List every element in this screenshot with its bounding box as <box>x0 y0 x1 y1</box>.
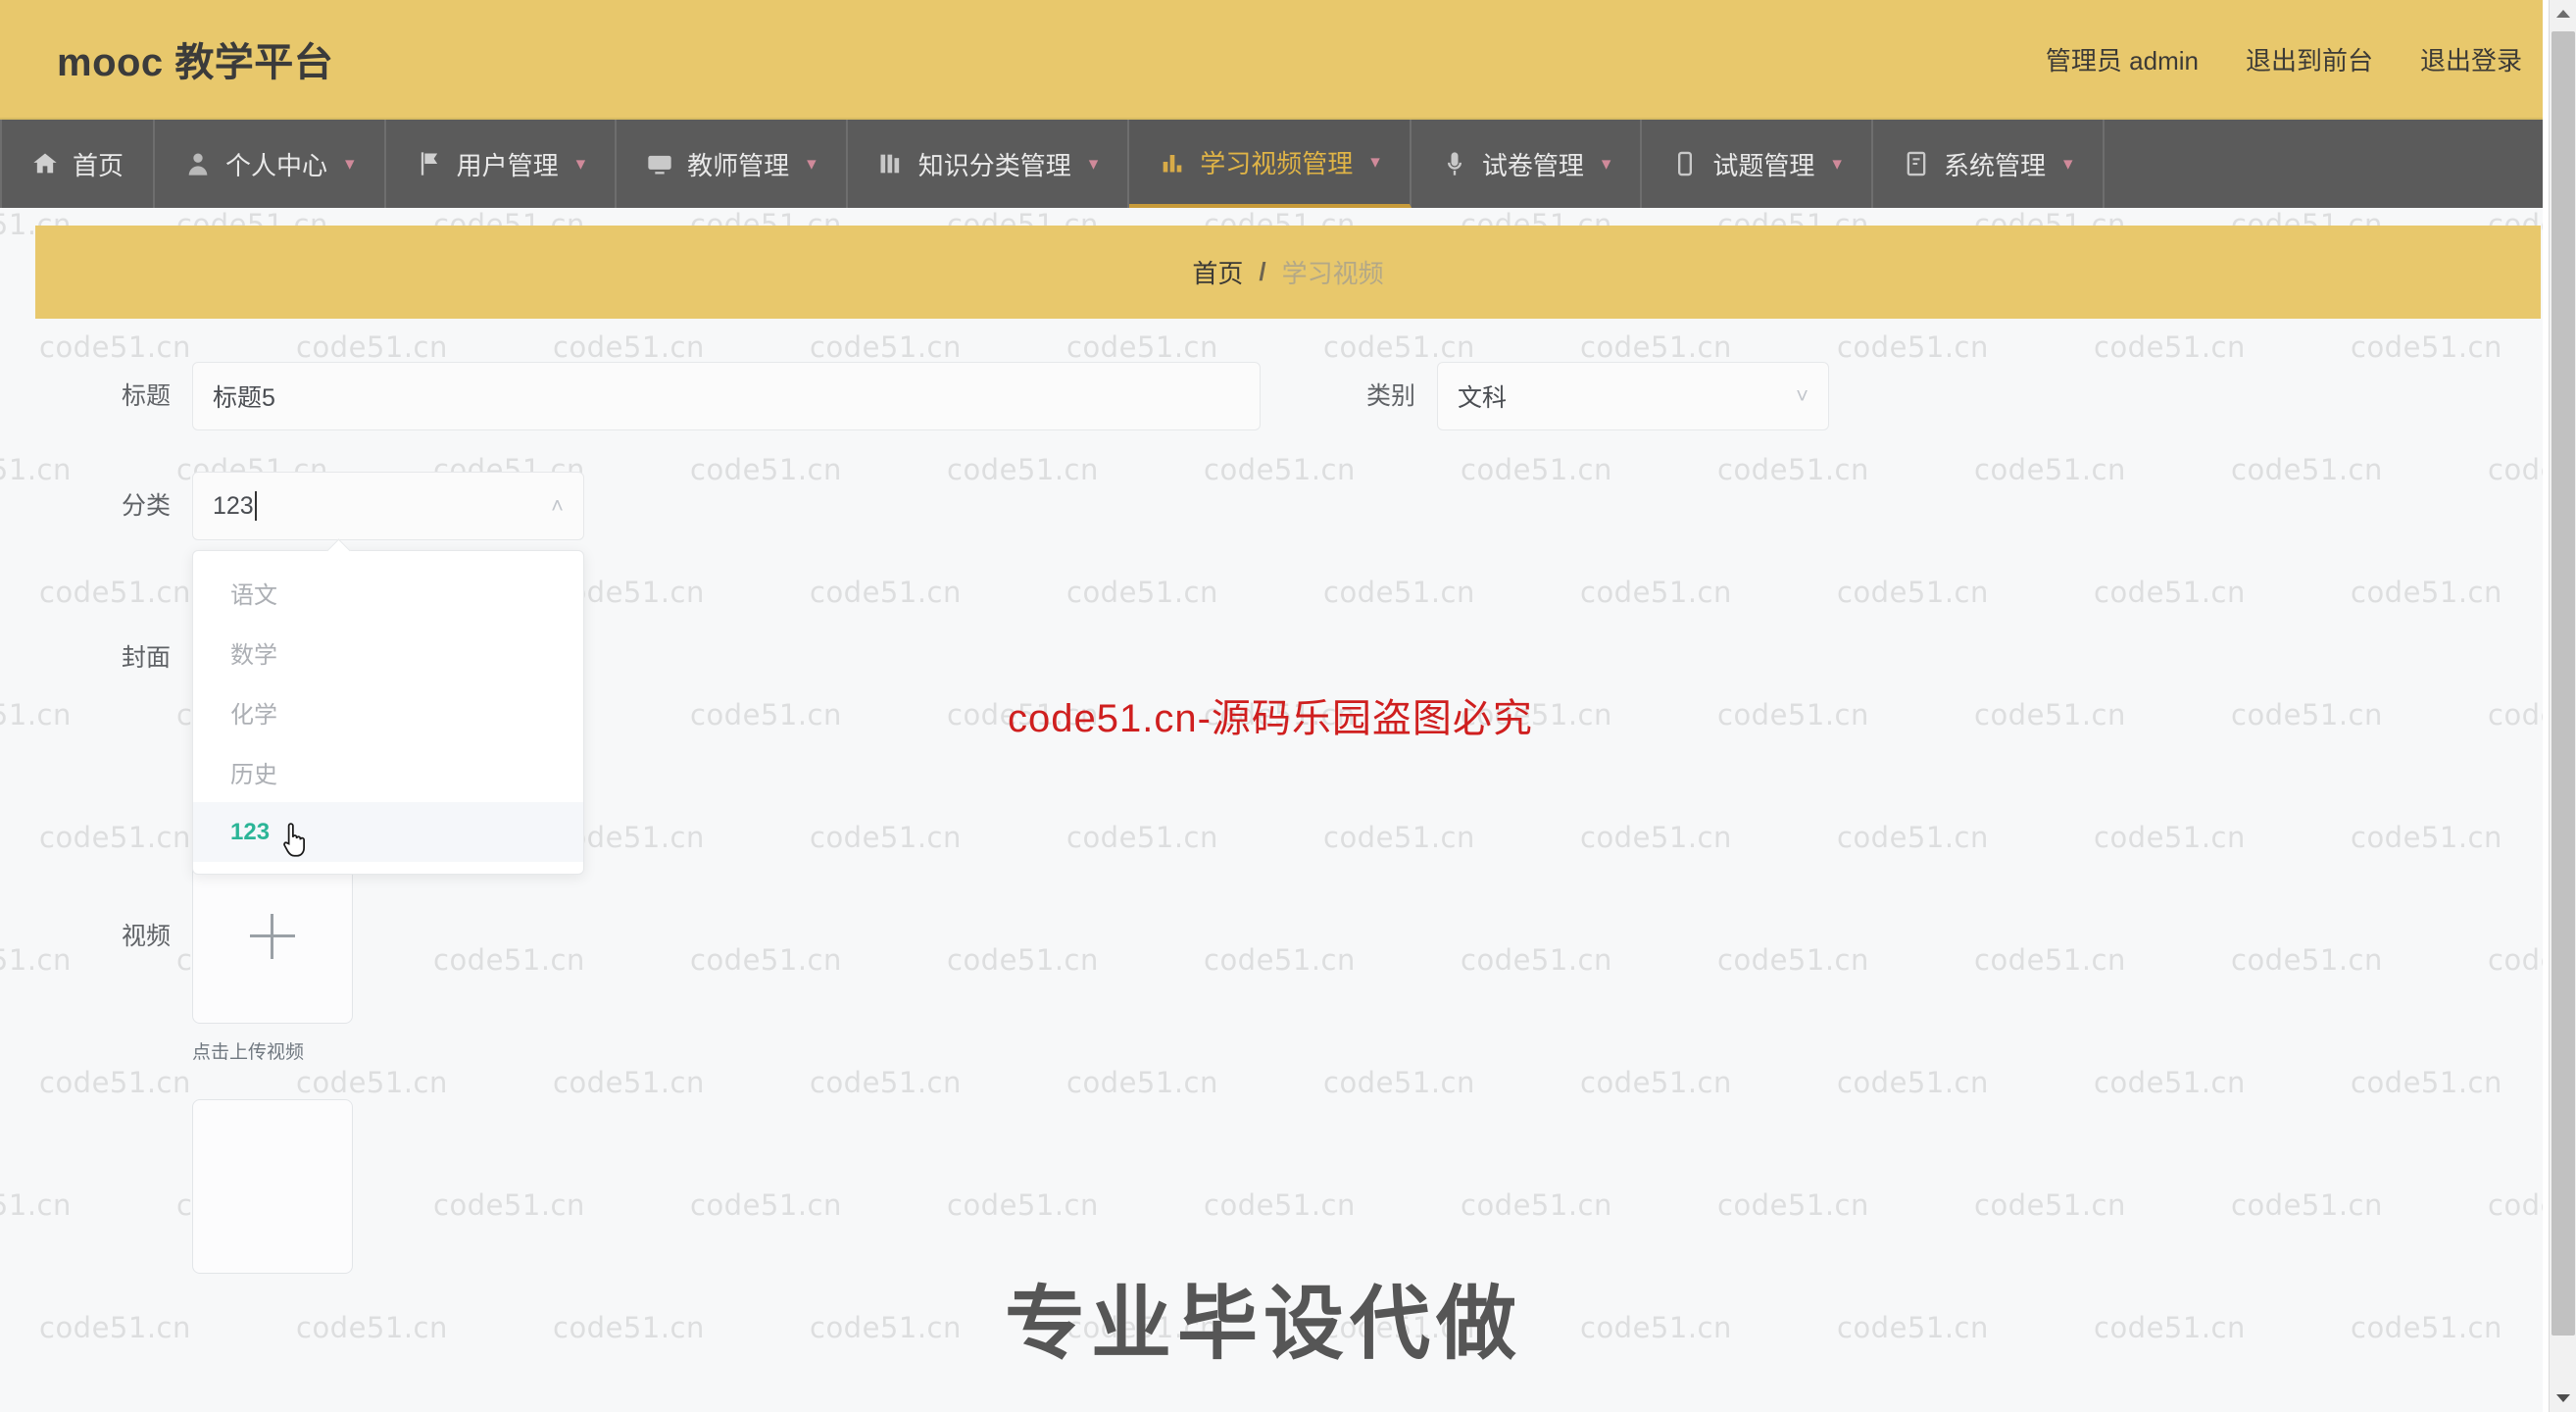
video-upload-box[interactable] <box>192 849 353 1024</box>
scrollbar-thumb[interactable] <box>2551 31 2575 1336</box>
document-icon <box>1903 150 1930 177</box>
nav-item-knowledge-category-management-label: 知识分类管理 <box>917 150 1071 180</box>
chevron-down-icon: ▾ <box>345 153 355 175</box>
watermark-tile: code51.cn <box>1580 1311 1732 1344</box>
classify-label: 分类 <box>121 492 171 520</box>
top-header-bar: mooc 教学平台 管理员 admin 退出到前台 退出登录 <box>0 0 2576 120</box>
breadcrumb-separator: / <box>1259 257 1266 286</box>
current-user-label: 管理员 admin <box>2045 45 2199 76</box>
breadcrumb-home-link[interactable]: 首页 <box>1192 254 1243 290</box>
admin-page-root: mooc 教学平台 管理员 admin 退出到前台 退出登录 首页 个人中心 ▾ <box>0 0 2576 1412</box>
classify-dropdown-list: 语文 数学 化学 历史 123 <box>192 550 584 875</box>
chevron-down-icon: ▾ <box>1832 153 1842 175</box>
extra-upload-wrap <box>192 1099 353 1274</box>
nav-item-teacher-management[interactable]: 教师管理 ▾ <box>617 120 848 208</box>
nav-item-question-management-label: 试题管理 <box>1712 150 1815 180</box>
watermark-tile: code51.cn <box>1837 1311 1989 1344</box>
chevron-down-icon: ▾ <box>807 153 817 175</box>
classify-option-0[interactable]: 语文 <box>193 563 583 623</box>
nav-item-system-management[interactable]: 系统管理 ▾ <box>1873 120 2105 208</box>
text-caret <box>254 491 257 521</box>
mobile-icon <box>1671 150 1699 177</box>
scroll-down-arrow-icon[interactable] <box>2550 1385 2576 1412</box>
category-select[interactable]: 文科 ˅ <box>1437 362 1829 430</box>
video-form: 标题 标题5 类别 文科 ˅ 分类 123 ˄ 语文 数学 化学 历史 123 … <box>0 319 2576 1274</box>
scroll-up-arrow-icon[interactable] <box>2550 0 2576 27</box>
microphone-icon <box>1441 150 1468 177</box>
chevron-down-icon: ▾ <box>1370 151 1380 173</box>
video-label: 视频 <box>121 923 171 950</box>
logout-link[interactable]: 退出登录 <box>2420 41 2522 77</box>
chevron-down-icon: ▾ <box>1088 153 1099 175</box>
bar-chart-icon <box>1159 148 1186 176</box>
breadcrumb-current: 学习视频 <box>1281 259 1384 288</box>
extra-upload-box[interactable] <box>192 1099 353 1274</box>
breadcrumb: 首页 / 学习视频 <box>35 226 2541 319</box>
classify-option-3[interactable]: 历史 <box>193 742 583 802</box>
exit-to-frontend-link[interactable]: 退出到前台 <box>2246 41 2373 77</box>
category-field-wrap: 文科 ˅ <box>1437 362 1829 430</box>
brand-name-en: mooc <box>57 41 164 84</box>
nav-item-home-label: 首页 <box>73 150 124 180</box>
nav-item-system-management-label: 系统管理 <box>1943 150 2046 180</box>
nav-item-exam-paper-management-label: 试卷管理 <box>1481 150 1584 180</box>
category-select-value: 文科 <box>1458 384 1508 412</box>
classify-option-4[interactable]: 123 <box>193 802 583 862</box>
form-row-video: 视频 点击上传视频 <box>0 849 2576 1064</box>
video-upload-wrap: 点击上传视频 <box>192 849 353 1064</box>
classify-select-value: 123 <box>213 491 254 520</box>
nav-item-knowledge-category-management[interactable]: 知识分类管理 ▾ <box>848 120 1130 208</box>
watermark-tile: code51.cn <box>810 1311 962 1344</box>
classify-field-wrap: 123 ˄ 语文 数学 化学 历史 123 <box>192 472 584 875</box>
watermark-tile: code51.cn <box>2094 1311 2246 1344</box>
user-icon <box>184 150 212 177</box>
flag-icon <box>416 150 443 177</box>
chevron-down-icon: ▾ <box>1601 153 1611 175</box>
chevron-up-icon: ˄ <box>551 493 564 518</box>
watermark-tile: code51.cn <box>553 1311 705 1344</box>
main-navigation-bar: 首页 个人中心 ▾ 用户管理 ▾ 教师管理 ▾ 知识分类管理 ▾ 学习视频管理 … <box>0 120 2576 208</box>
nav-item-user-management-label: 用户管理 <box>456 150 559 180</box>
books-icon <box>877 150 905 177</box>
brand-logo: mooc 教学平台 <box>57 30 333 87</box>
category-label: 类别 <box>1365 382 1415 410</box>
red-watermark-text: code51.cn-源码乐园盗图必究 <box>1008 697 1533 740</box>
nav-item-study-video-management-label: 学习视频管理 <box>1200 148 1354 178</box>
watermark-tile: code51.cn <box>296 1311 448 1344</box>
nav-item-exam-paper-management[interactable]: 试卷管理 ▾ <box>1412 120 1643 208</box>
monitor-icon <box>646 150 673 177</box>
nav-item-teacher-management-label: 教师管理 <box>687 150 790 180</box>
big-watermark-text: 专业毕设代做 <box>1005 1280 1523 1369</box>
title-label: 标题 <box>121 382 171 410</box>
header-actions: 管理员 admin 退出到前台 退出登录 <box>2046 41 2522 77</box>
nav-item-user-management[interactable]: 用户管理 ▾ <box>386 120 618 208</box>
chevron-down-icon: ▾ <box>575 153 586 175</box>
home-icon <box>31 150 59 177</box>
chevron-down-icon: ˅ <box>1796 383 1808 408</box>
nav-item-personal-center-label: 个人中心 <box>225 150 328 180</box>
vertical-scrollbar[interactable] <box>2549 0 2576 1412</box>
classify-option-1[interactable]: 数学 <box>193 623 583 682</box>
chevron-down-icon: ▾ <box>2062 153 2073 175</box>
nav-item-personal-center[interactable]: 个人中心 ▾ <box>155 120 386 208</box>
form-row-classify: 分类 123 ˄ 语文 数学 化学 历史 123 <box>0 472 2576 875</box>
video-upload-hint: 点击上传视频 <box>192 1042 305 1063</box>
classify-select-input[interactable]: 123 ˄ <box>192 472 584 540</box>
brand-name-cn: 教学平台 <box>174 41 334 84</box>
watermark-tile: code51.cn <box>39 1311 191 1344</box>
watermark-tile: code51.cn <box>2351 1311 2502 1344</box>
nav-item-study-video-management[interactable]: 学习视频管理 ▾ <box>1129 120 1412 208</box>
breadcrumb-container: 首页 / 学习视频 <box>0 208 2576 319</box>
plus-icon <box>250 914 295 959</box>
form-row-extra-upload <box>0 1099 2576 1274</box>
nav-item-question-management[interactable]: 试题管理 ▾ <box>1642 120 1873 208</box>
nav-item-home[interactable]: 首页 <box>0 120 156 208</box>
title-field-wrap: 标题5 <box>192 362 1261 430</box>
cover-label: 封面 <box>121 644 171 672</box>
title-input[interactable]: 标题5 <box>192 362 1261 430</box>
form-row-title-category: 标题 标题5 类别 文科 ˅ <box>0 362 2576 430</box>
classify-option-2[interactable]: 化学 <box>193 682 583 742</box>
